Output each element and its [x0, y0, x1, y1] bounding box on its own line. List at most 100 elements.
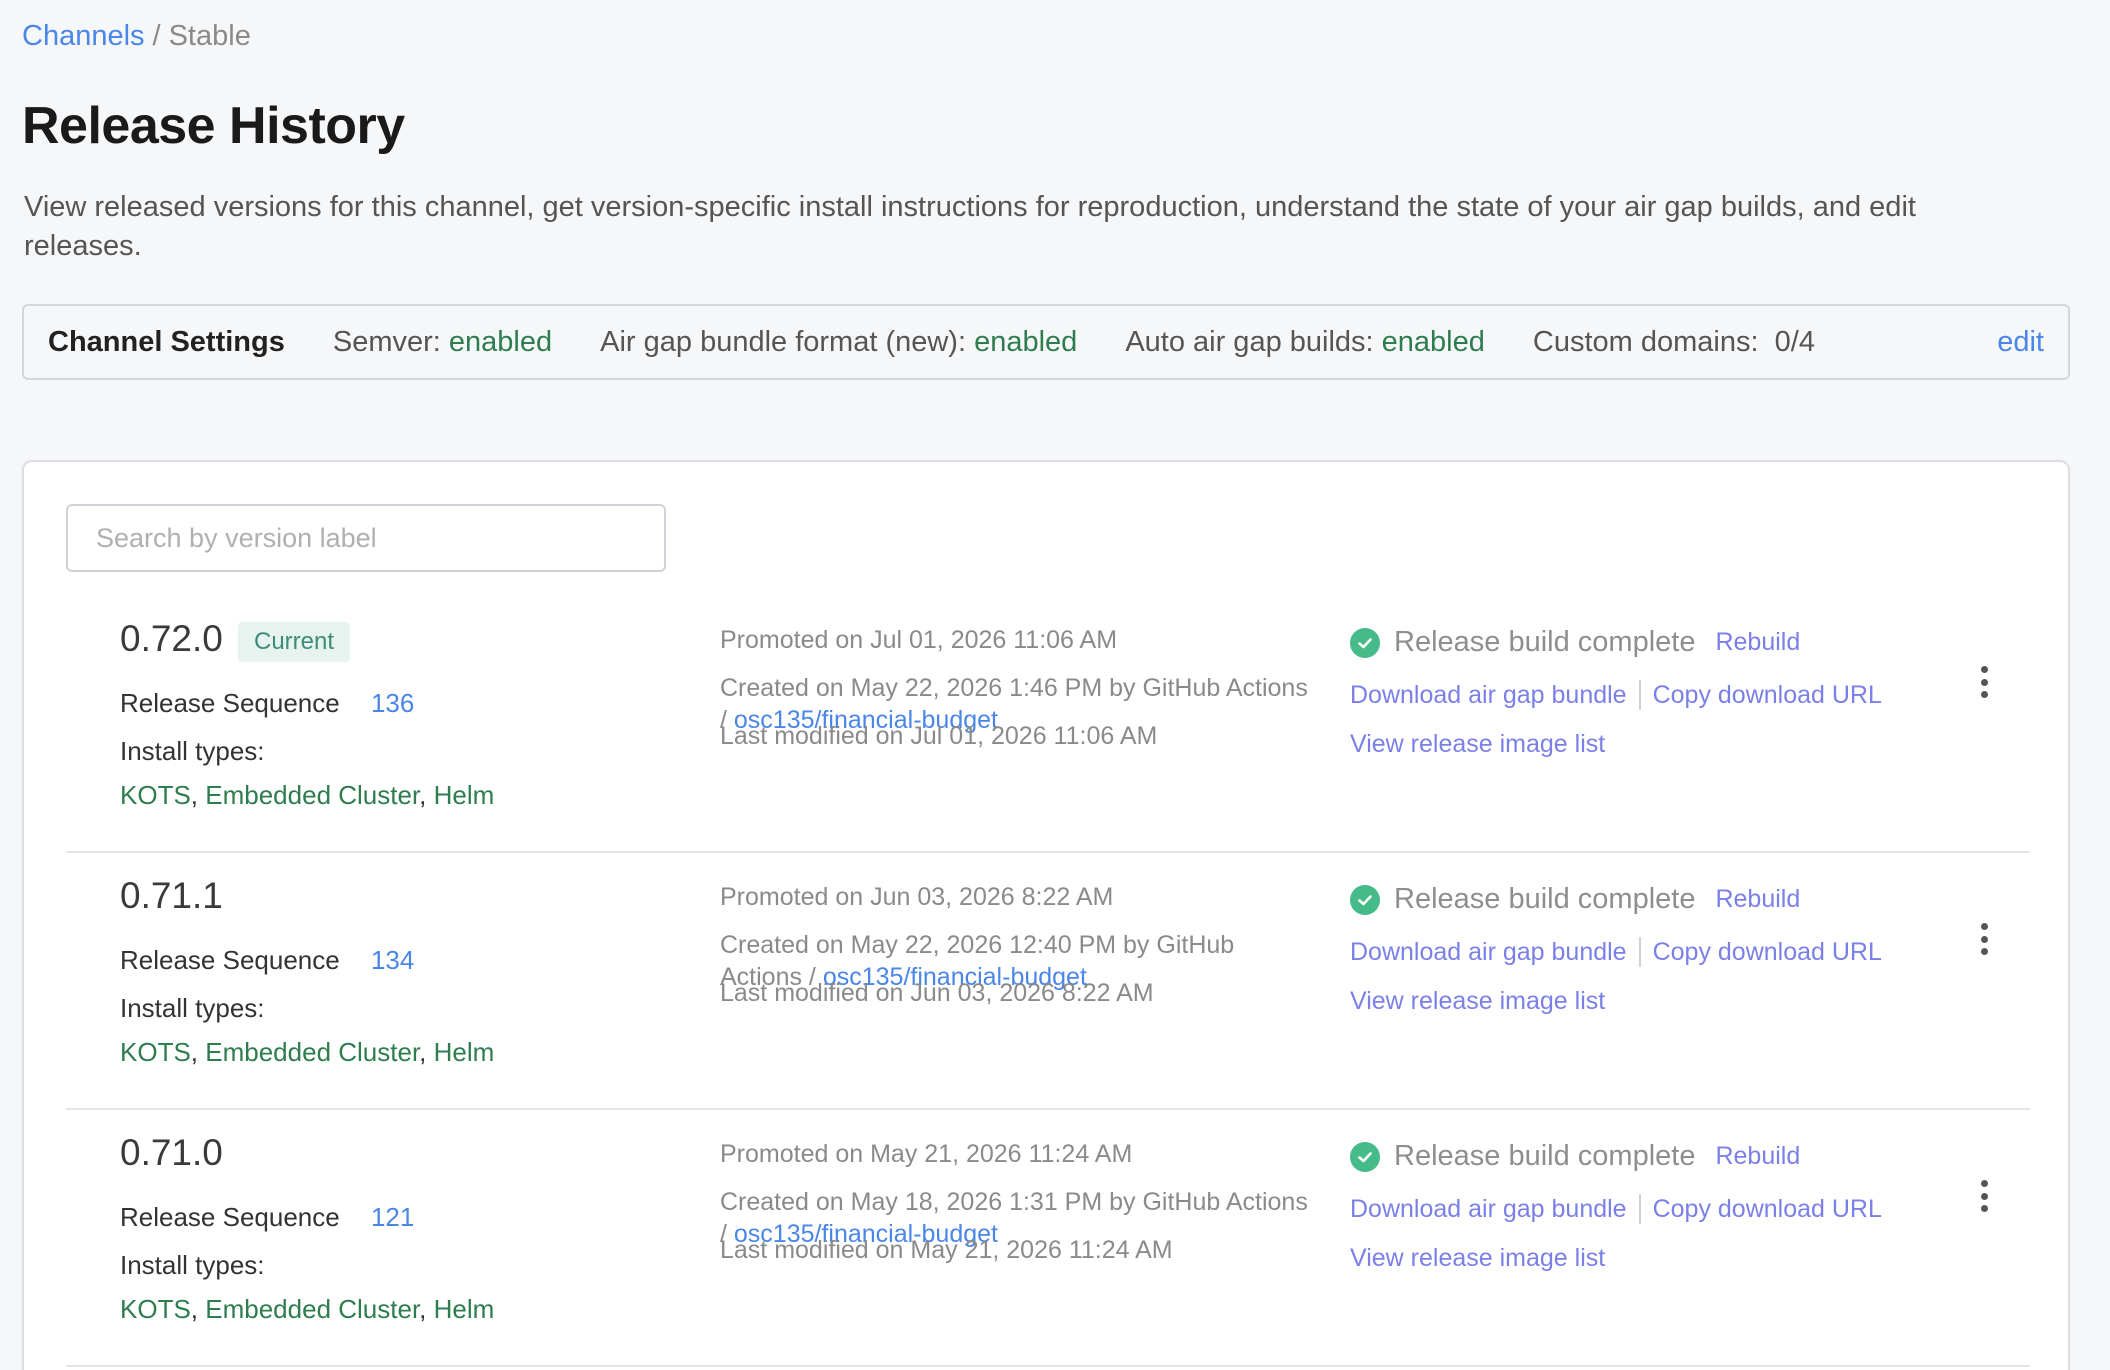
build-info: Release build complete Rebuild Download …: [1350, 596, 1970, 851]
install-types-label: Install types:: [120, 1250, 265, 1280]
release-sequence-label: Release Sequence: [120, 688, 340, 718]
auto-airgap-setting: Auto air gap builds: enabled: [1125, 326, 1485, 359]
release-info: 0.72.0 Current Release Sequence 136 Inst…: [120, 596, 680, 851]
install-types-list: KOTS, Embedded Cluster, Helm: [120, 1294, 494, 1325]
current-badge: Current: [238, 622, 351, 662]
release-dates: Promoted on May 21, 2026 11:24 AM Create…: [720, 1110, 1320, 1365]
channel-settings-title: Channel Settings: [48, 325, 285, 358]
release-sequence: Release Sequence 134: [120, 945, 414, 976]
build-status: Release build complete Rebuild: [1350, 1140, 1800, 1173]
install-type-separator: ,: [419, 1294, 427, 1324]
link-divider: [1638, 937, 1641, 967]
install-type-separator: ,: [190, 1037, 199, 1067]
download-actions: Download air gap bundle Copy download UR…: [1350, 937, 1882, 967]
version-label: 0.71.1: [120, 875, 223, 916]
release-list-card: 0.72.0 Current Release Sequence 136 Inst…: [22, 460, 2070, 1370]
release-sequence-label: Release Sequence: [120, 1202, 340, 1232]
modified-date: Last modified on Jul 01, 2026 11:06 AM: [720, 722, 1158, 750]
install-type-separator: ,: [419, 780, 427, 810]
view-release-image-list-link[interactable]: View release image list: [1350, 730, 1605, 759]
copy-download-url-link[interactable]: Copy download URL: [1653, 1195, 1882, 1224]
download-actions: Download air gap bundle Copy download UR…: [1350, 1194, 1882, 1224]
rebuild-button[interactable]: Rebuild: [1715, 1142, 1800, 1171]
install-type-separator: ,: [419, 1037, 427, 1067]
release-sequence-link[interactable]: 121: [371, 1202, 414, 1232]
breadcrumb-channels-link[interactable]: Channels: [22, 20, 145, 52]
view-release-image-list-link[interactable]: View release image list: [1350, 987, 1605, 1016]
breadcrumb-current: Stable: [168, 20, 251, 52]
install-types-list: KOTS, Embedded Cluster, Helm: [120, 1037, 494, 1068]
release-sequence-link[interactable]: 134: [371, 945, 414, 975]
install-types-label: Install types:: [120, 993, 265, 1023]
search-input[interactable]: [66, 504, 666, 572]
auto-airgap-value: enabled: [1381, 325, 1485, 358]
release-row: 0.71.1 Release Sequence 134 Install type…: [66, 853, 2030, 1110]
page-description: View released versions for this channel,…: [24, 191, 1916, 262]
channel-settings-bar: Channel Settings Semver: enabled Air gap…: [22, 304, 2070, 380]
custom-domains-label: Custom domains:: [1532, 325, 1759, 358]
view-release-image-list-link[interactable]: View release image list: [1350, 1244, 1605, 1273]
check-circle-icon: [1350, 1141, 1380, 1172]
airgap-format-label: Air gap bundle format (new):: [600, 325, 967, 358]
semver-value: enabled: [448, 325, 553, 358]
rebuild-button[interactable]: Rebuild: [1715, 628, 1800, 657]
install-type-item: KOTS: [120, 1294, 191, 1324]
release-sequence-label: Release Sequence: [120, 945, 340, 975]
release-dates: Promoted on Jul 01, 2026 11:06 AM Create…: [720, 596, 1320, 851]
release-info: 0.71.0 Release Sequence 121 Install type…: [120, 1110, 680, 1365]
release-info: 0.71.1 Release Sequence 134 Install type…: [120, 853, 680, 1108]
install-type-item: KOTS: [120, 1037, 191, 1067]
install-types-list: KOTS, Embedded Cluster, Helm: [120, 780, 494, 811]
kebab-menu-icon[interactable]: [1970, 919, 1998, 959]
rebuild-button[interactable]: Rebuild: [1715, 885, 1800, 914]
install-types-label: Install types:: [120, 736, 265, 766]
install-type-separator: ,: [190, 780, 199, 810]
build-status-text: Release build complete: [1394, 1140, 1696, 1172]
promoted-date: Promoted on Jun 03, 2026 8:22 AM: [720, 883, 1114, 911]
copy-download-url-link[interactable]: Copy download URL: [1653, 681, 1882, 710]
airgap-format-setting: Air gap bundle format (new): enabled: [600, 326, 1077, 359]
link-divider: [1638, 1194, 1641, 1224]
install-type-item: KOTS: [120, 780, 191, 810]
modified-date: Last modified on May 21, 2026 11:24 AM: [720, 1236, 1173, 1264]
custom-domains-setting: Custom domains: 0/4: [1533, 326, 1815, 359]
download-airgap-bundle-link[interactable]: Download air gap bundle: [1350, 1195, 1627, 1224]
build-status: Release build complete Rebuild: [1350, 626, 1800, 659]
modified-date: Last modified on Jun 03, 2026 8:22 AM: [720, 979, 1154, 1007]
install-type-separator: ,: [190, 1294, 199, 1324]
build-info: Release build complete Rebuild Download …: [1350, 853, 1970, 1108]
build-status-text: Release build complete: [1394, 626, 1696, 658]
build-info: Release build complete Rebuild Download …: [1350, 1110, 1970, 1365]
download-actions: Download air gap bundle Copy download UR…: [1350, 680, 1882, 710]
custom-domains-value: 0/4: [1774, 325, 1815, 358]
release-sequence: Release Sequence 136: [120, 688, 414, 719]
auto-airgap-label: Auto air gap builds:: [1125, 325, 1374, 358]
kebab-menu-icon[interactable]: [1970, 662, 1998, 702]
breadcrumb: Channels / Stable: [22, 20, 251, 53]
release-row: 0.71.0 Release Sequence 121 Install type…: [66, 1110, 2030, 1367]
release-sequence: Release Sequence 121: [120, 1202, 414, 1233]
breadcrumb-separator: /: [152, 20, 161, 52]
download-airgap-bundle-link[interactable]: Download air gap bundle: [1350, 681, 1627, 710]
build-status-text: Release build complete: [1394, 883, 1696, 915]
kebab-menu-icon[interactable]: [1970, 1176, 1998, 1216]
install-type-item: Helm: [433, 1294, 495, 1324]
install-type-item: Helm: [433, 780, 495, 810]
build-status: Release build complete Rebuild: [1350, 883, 1800, 916]
version-label: 0.71.0: [120, 1132, 223, 1173]
install-type-item: Embedded Cluster: [205, 780, 420, 810]
copy-download-url-link[interactable]: Copy download URL: [1653, 938, 1882, 967]
airgap-format-value: enabled: [974, 325, 1078, 358]
install-type-item: Helm: [433, 1037, 495, 1067]
edit-settings-link[interactable]: edit: [1997, 326, 2044, 359]
download-airgap-bundle-link[interactable]: Download air gap bundle: [1350, 938, 1627, 967]
check-circle-icon: [1350, 884, 1380, 915]
release-dates: Promoted on Jun 03, 2026 8:22 AM Created…: [720, 853, 1320, 1108]
install-type-item: Embedded Cluster: [205, 1037, 420, 1067]
install-type-item: Embedded Cluster: [205, 1294, 420, 1324]
link-divider: [1638, 680, 1641, 710]
promoted-date: Promoted on Jul 01, 2026 11:06 AM: [720, 626, 1118, 654]
page-title: Release History: [22, 97, 405, 155]
release-sequence-link[interactable]: 136: [371, 688, 414, 718]
check-circle-icon: [1350, 627, 1380, 658]
